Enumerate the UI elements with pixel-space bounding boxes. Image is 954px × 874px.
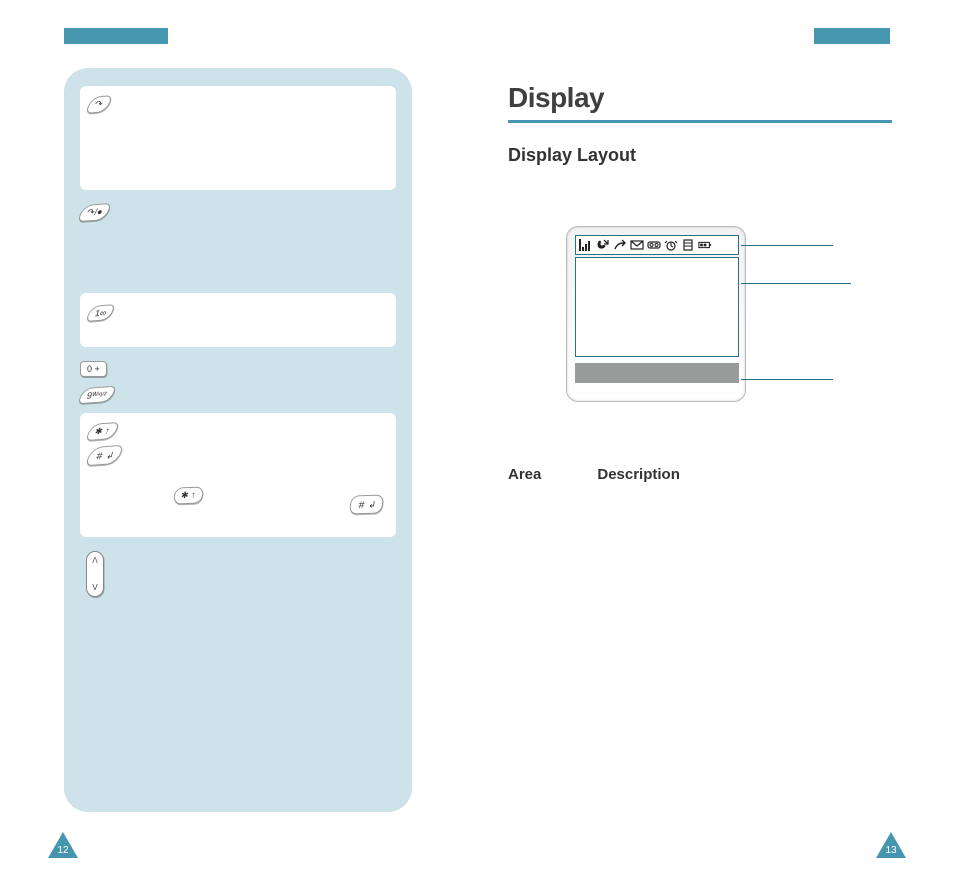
nine-key-row: 9ᵂˣʸᶻ: [80, 387, 396, 403]
hash-key-inline-icon: ＃ ↲: [349, 494, 385, 514]
left-instruction-panel: ↷ ↷/● 1∞ 0 + 9ᵂˣʸᶻ ✱ ↑ ＃ ↲ ✱ ↑ ＃ ↲ ᐱ ᐯ: [64, 68, 412, 812]
page-number-left: 12: [48, 845, 78, 856]
instruction-box-send-key: ↷: [80, 86, 396, 190]
display-layout-diagram: [566, 226, 746, 402]
page-number-right: 13: [876, 845, 906, 856]
callout-line-icons: [741, 245, 833, 246]
zero-key-icon: 0 +: [80, 361, 107, 377]
end-key-icon: ↷/●: [78, 203, 112, 222]
display-icon-bar: [575, 235, 739, 255]
end-key-row: ↷/●: [80, 204, 396, 221]
table-header-description: Description: [597, 466, 680, 483]
callout-line-softkey: [741, 379, 833, 380]
battery-icon: [698, 238, 712, 252]
voicemail-icon: [647, 238, 661, 252]
volume-key-icon: ᐱ ᐯ: [86, 551, 104, 597]
volume-key-row: ᐱ ᐯ: [86, 551, 396, 597]
instruction-box-one-key: 1∞: [80, 293, 396, 347]
crop-mark-top-left: [64, 28, 168, 44]
instruction-box-star-hash: ✱ ↑ ＃ ↲ ✱ ↑ ＃ ↲: [80, 413, 396, 537]
one-key-icon: 1∞: [86, 304, 115, 322]
right-page-content: Display Display Layout: [508, 82, 892, 483]
subsection-heading-display-layout: Display Layout: [508, 145, 892, 166]
table-header-area: Area: [508, 466, 541, 483]
alarm-icon: [664, 238, 678, 252]
nine-key-icon: 9ᵂˣʸᶻ: [78, 386, 116, 404]
display-softkey-bar: [575, 363, 739, 383]
callout-line-text: [741, 283, 851, 284]
send-key-icon: ↷: [86, 95, 112, 114]
message-icon: [630, 238, 644, 252]
call-divert-icon: [613, 238, 627, 252]
sim-memory-icon: [681, 238, 695, 252]
display-area-table-header: Area Description: [508, 466, 892, 483]
display-text-area: [575, 257, 739, 357]
crop-mark-top-right: [814, 28, 890, 44]
vol-down-icon: ᐯ: [92, 583, 97, 592]
section-heading-display: Display: [508, 82, 892, 114]
zero-key-row: 0 +: [80, 361, 396, 377]
signal-icon: [579, 238, 593, 252]
star-key-inline-icon: ✱ ↑: [173, 487, 204, 505]
hash-key-icon: ＃ ↲: [86, 445, 124, 466]
call-in-progress-icon: [596, 238, 610, 252]
heading-rule: [508, 120, 892, 123]
star-key-icon: ✱ ↑: [86, 422, 119, 441]
vol-up-icon: ᐱ: [92, 556, 97, 565]
